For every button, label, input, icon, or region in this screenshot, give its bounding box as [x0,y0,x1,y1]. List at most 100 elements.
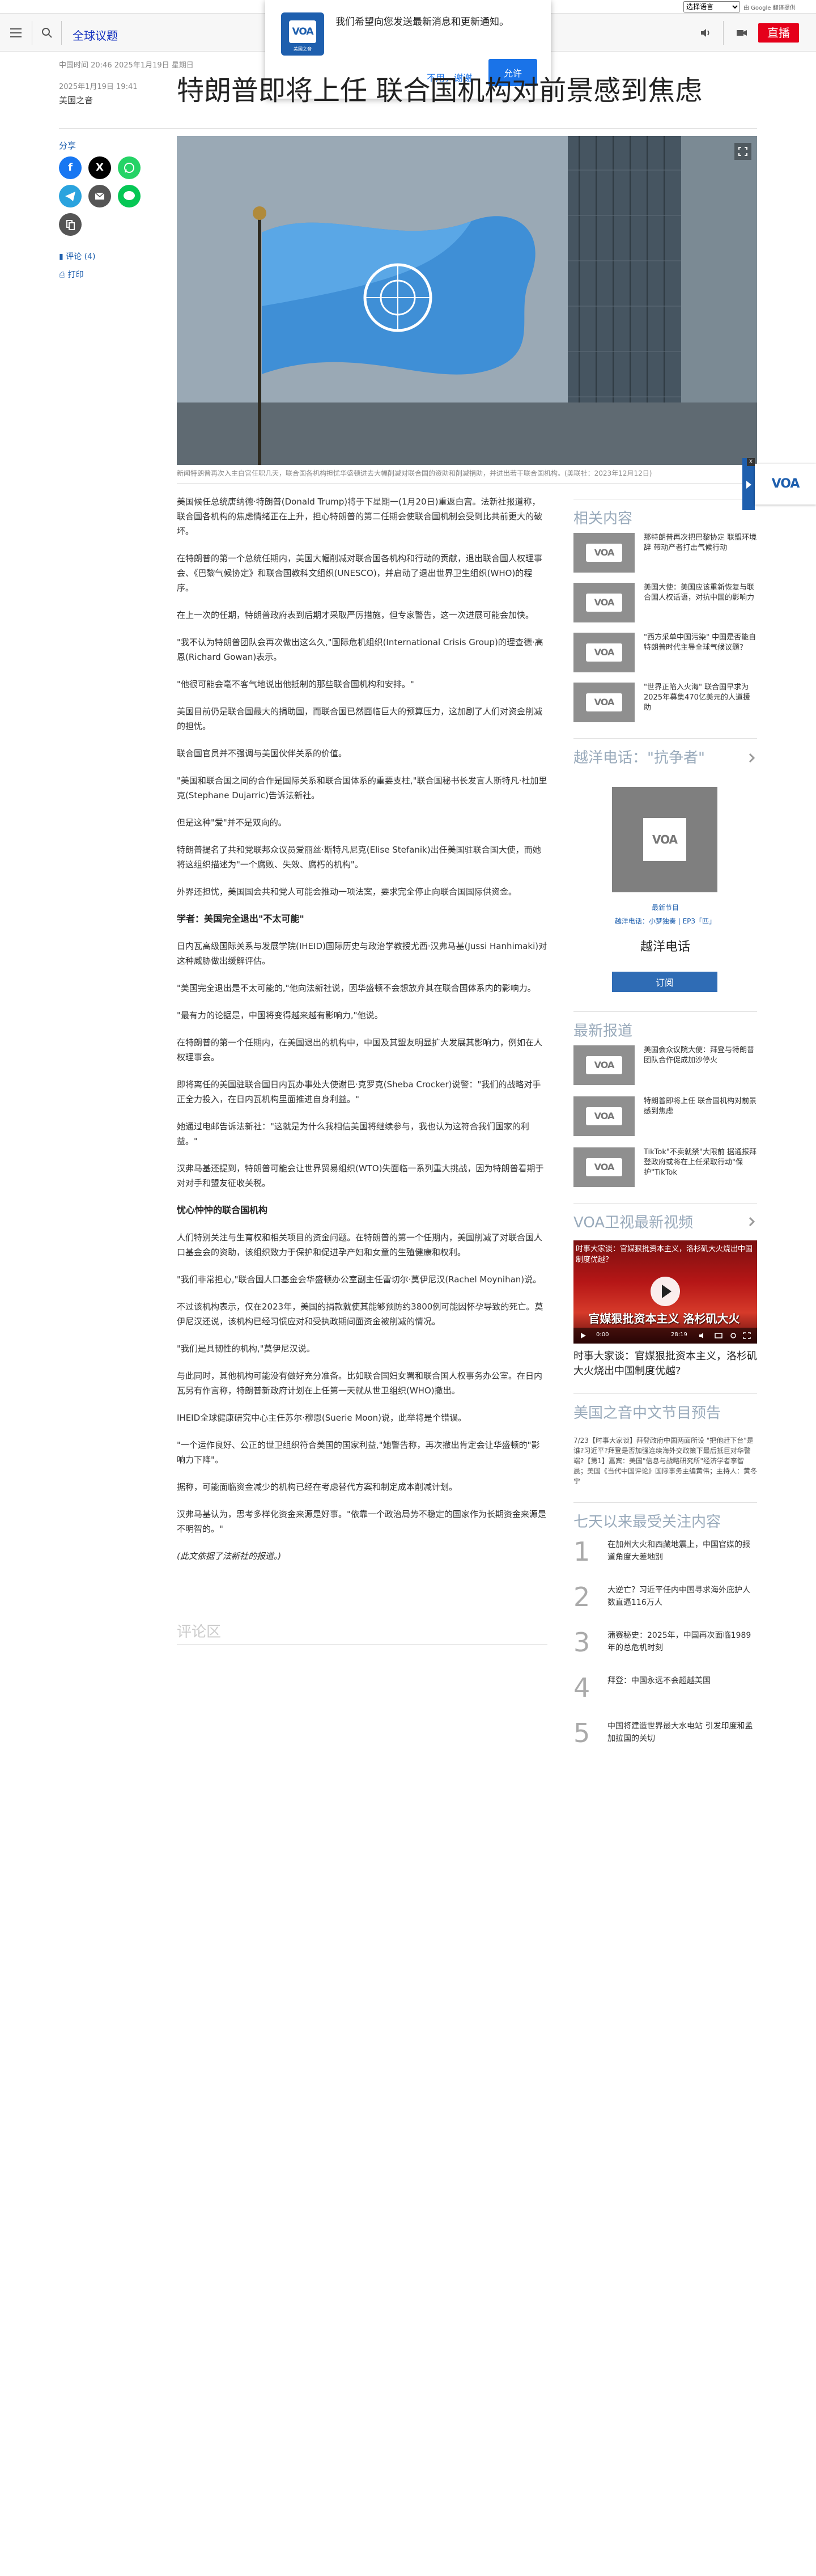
ranking-item[interactable]: 4 拜登：中国永远不会超越美国 [573,1672,757,1709]
paragraph: 据称，可能面临资金减少的机构已经在考虑替代方案和制定成本削减计划。 [177,1482,458,1492]
latest-item-title: TikTok"不卖就禁"大限前 据通报拜登政府或将在上任采取行动"保护"TikT… [644,1148,756,1177]
paragraph: 日内瓦高级国际关系与发展学院(IHEID)国际历史与政治学教授尤西·汉弗马基(J… [177,941,547,966]
rank-number: 5 [573,1718,590,1748]
header-divider [61,21,62,45]
chevron-right-icon[interactable] [748,1217,756,1227]
paragraph: IHEID全球健康研究中心主任苏尔·穆恩(Suerie Moon)说，此举将是个… [177,1413,467,1423]
search-icon[interactable] [40,26,54,40]
paragraph: "最有力的论据是，中国将变得越来越有影响力,"他说。 [177,1010,383,1020]
voa-logo: VOA [755,464,816,505]
telegram-icon[interactable] [59,185,82,207]
sidebar-divider [573,1203,757,1204]
paragraph: 在上一次的任期，特朗普政府表到后期才采取严厉措施，但专家警告，这一次进展可能会加… [177,610,534,620]
email-icon[interactable] [88,185,111,207]
rank-number: 2 [573,1582,590,1612]
podcast-section-label: 越洋电话："抗争者" [573,749,705,766]
podcast-section-title[interactable]: 越洋电话："抗争者" [573,746,705,767]
local-time: 中国时间 20:46 2025年1月19日 星期日 [59,61,194,70]
paragraph: 她通过电邮告诉法新社："这就是为什么我相信美国将继续参与，我也认为这符合我们国家… [177,1121,529,1146]
line-icon[interactable] [118,185,141,207]
voa-placeholder-icon: VOA [586,1158,622,1176]
chevron-right-icon[interactable] [748,753,756,763]
paragraph: "美国完全退出是不太可能的,"他向法新社说，因华盛顿不会想放弃其在联合国体系内的… [177,983,536,993]
paragraph: 但是这种"爱"并不是双向的。 [177,817,287,828]
section-title[interactable]: 全球议题 [73,27,118,43]
rank-title: 拜登：中国永远不会超越美国 [607,1676,711,1685]
paragraph: 即将离任的美国驻联合国日内瓦办事处大使谢巴·克罗克(Sheba Crocker)… [177,1079,541,1104]
related-item[interactable]: VOA "世界正陷入火海" 联合国早求为2025年募集470亿美元的人道援助 [573,683,757,723]
play-small-icon[interactable] [579,1332,587,1340]
thumbnail: VOA [573,1096,635,1136]
video-title[interactable]: 时事大家谈：官媒狠批资本主义，洛杉矶大火烧出中国制度优越? [573,1349,757,1379]
voa-placeholder-icon: VOA [586,594,622,612]
article-body: 美国候任总统唐纳德·特朗普(Donald Trump)将于下星期一(1月20日)… [177,494,547,1576]
paragraph: 与此同时，其他机构可能没有做好充分准备。比如联合国妇女署和联合国人权事务办公室。… [177,1371,543,1396]
speaker-icon[interactable] [698,26,713,40]
latest-item[interactable]: VOA 特朗普即将上任 联合国机构对前景感到焦虑 [573,1096,757,1137]
related-title: 相关内容 [573,510,633,527]
title-divider [59,128,757,129]
video-banner-text: 官媒狠批资本主义 洛杉矶大火 [588,1312,740,1325]
related-item-title: 美国大使：美国应该重新恢复与联合国人权话语，对抗中国的影响力 [644,583,755,602]
close-icon[interactable]: X [747,458,755,466]
podcast-cover[interactable]: VOA [612,787,717,892]
ranking-item[interactable]: 1 在加州大火和西藏地震上，中国官媒的报道角度大差地别 [573,1536,757,1573]
comment-area-title: 评论区 [177,1624,222,1641]
rank-title: 大逆亡？习近平任内中国寻求海外庇护人数直逼116万人 [607,1586,750,1607]
related-item[interactable]: VOA 那特朗普再次把巴黎协定 联盟环境辞 带动产者打击气候行动 [573,533,757,574]
subscribe-button[interactable]: 订阅 [612,972,717,992]
comments-label: 评论 (4) [66,252,96,261]
related-item[interactable]: VOA "西方采单中国污染" 中国是否能自特朗普时代主导全球气候议题？ [573,633,757,673]
paragraph: "我不认为特朗普团队会再次做出这么久,"国际危机组织(International… [177,637,543,662]
print-link[interactable]: ⎙ 打印 [59,269,84,280]
copy-link-icon[interactable] [59,213,82,236]
hero-image [177,136,757,465]
whatsapp-icon[interactable] [118,156,141,179]
voa-logo-sub: 美国之音 [294,46,312,52]
print-label: 打印 [67,270,84,279]
ranking-item[interactable]: 5 中国将建造世界最大水电站 引发印度和孟加拉国的关切 [573,1718,757,1754]
player-controls-icons[interactable] [698,1332,751,1340]
page-title: 特朗普即将上任 联合国机构对前景感到焦虑 [177,75,703,107]
language-select[interactable]: 选择语言 [683,1,740,12]
podcast-name: 越洋电话 [640,940,690,954]
related-item[interactable]: VOA 美国大使：美国应该重新恢复与联合国人权话语，对抗中国的影响力 [573,583,757,624]
ranking-item[interactable]: 2 大逆亡？习近平任内中国寻求海外庇护人数直逼116万人 [573,1582,757,1618]
paragraph: "我们非常担心,"联合国人口基金会华盛顿办公室副主任雷切尔·莫伊尼汉(Rache… [177,1274,542,1285]
print-icon: ⎙ [59,270,68,279]
thumbnail: VOA [573,683,635,722]
paragraph: 在特朗普的第一个总统任期内，美国大幅削减对联合国各机构和行动的贡献，退出联合国人… [177,553,543,593]
expand-icon[interactable] [734,143,751,160]
caption-divider [177,483,757,484]
comments-link[interactable]: ▮ 评论 (4) [59,251,95,262]
subheading: 忧心忡忡的联合国机构 [177,1205,268,1215]
video-camera-icon[interactable] [734,26,749,40]
thumbnail: VOA [573,1147,635,1187]
preview-text[interactable]: 7/23【时事大家谈】拜登政府中国两面所设 "把他赶下台"是谁?习近平?拜登是否… [573,1435,757,1486]
facebook-icon[interactable]: f [59,156,82,179]
article-source: 美国之音 [59,95,94,105]
sidebar-divider [573,738,757,739]
ranking-item[interactable]: 3 蒲赛秘史：2025年，中国再次面临1989年的总危机时刻 [573,1627,757,1663]
latest-item[interactable]: VOA 美国会众议院大使：拜登与特朗普团队合作促成加沙停火 [573,1045,757,1086]
paragraph: 在特朗普的第一个任期内，在美国退出的机构中，中国及其盟友明显扩大发展其影响力，例… [177,1037,543,1062]
x-icon[interactable]: X [88,156,111,179]
paragraph: "他很可能会毫不客气地说出他抵制的那些联合国机构和安排。" [177,679,414,689]
floating-player-widget[interactable]: X VOA [742,458,816,510]
podcast-episode-link[interactable]: 越洋电话：小梦独奏 | EP3「匹」 [573,916,757,926]
hamburger-icon[interactable] [8,26,24,40]
thumbnail: VOA [573,583,635,622]
sidebar-divider [573,1011,757,1012]
image-caption: 新闻特朗普再次入主白宫任职几天，联合国各机构担忧华盛顿进去大幅削减对联合国的资助… [177,469,652,477]
play-icon[interactable] [651,1277,680,1306]
video-controls[interactable]: 0:00 28:19 [573,1328,757,1344]
video-current-time: 0:00 [596,1332,609,1338]
latest-item-title: 特朗普即将上任 联合国机构对前景感到焦虑 [644,1097,757,1116]
video-player[interactable]: 时事大家谈：官媒狠批资本主义，洛杉矶大火烧出中国制度优越？ 官媒狠批资本主义 洛… [573,1240,757,1344]
live-button[interactable]: 直播 [758,23,799,43]
un-flag-photo [177,136,757,465]
latest-item[interactable]: VOA TikTok"不卖就禁"大限前 据通报拜登政府或将在上任采取行动"保护"… [573,1147,757,1188]
rank-number: 3 [573,1627,590,1658]
google-translate-note: 由 Google 翻译提供 [743,5,796,11]
video-section-title[interactable]: VOA卫视最新视频 [573,1211,693,1232]
